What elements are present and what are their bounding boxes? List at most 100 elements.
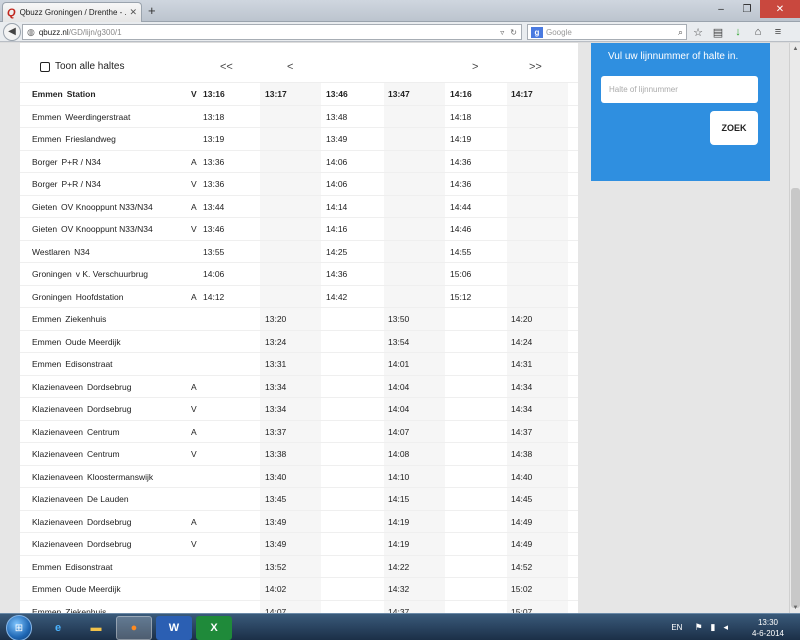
stop-name[interactable]: Klazienaveen Dordsebrug <box>32 398 131 420</box>
stop-name[interactable]: Klazienaveen Dordsebrug <box>32 511 131 533</box>
stop-name[interactable]: Klazienaveen Dordsebrug <box>32 376 131 398</box>
departure-time: 14:16 <box>326 224 348 234</box>
browser-nav-bar: ◀ ◍ qbuzz.nl/GD/lijn/g300/1 ▿ ↻ g Google… <box>0 22 800 42</box>
stop-name[interactable]: Emmen Weerdingerstraat <box>32 106 130 128</box>
browser-tab[interactable]: Q Qbuzz Groningen / Drenthe - ... ✕ <box>2 2 142 22</box>
departure-time: 13:52 <box>265 561 287 572</box>
stop-name[interactable]: Gieten OV Knooppunt N33/N34 <box>32 218 153 240</box>
internet-explorer-icon[interactable]: e <box>40 616 76 640</box>
stop-name[interactable]: Borger P+R / N34 <box>32 173 101 195</box>
departure-time: 14:02 <box>265 584 287 594</box>
stop-name[interactable]: Emmen Frieslandweg <box>32 128 116 150</box>
stop-name[interactable]: Emmen Edisonstraat <box>32 353 113 375</box>
volume-icon[interactable]: ◂ <box>723 622 728 633</box>
stop-name[interactable]: Klazienaveen Dordsebrug <box>32 533 131 555</box>
nav-prev-button[interactable]: < <box>287 61 293 73</box>
close-window-icon[interactable]: ✕ <box>760 0 800 18</box>
departure-time: 13:55 <box>203 246 225 257</box>
stop-name[interactable]: Emmen Oude Meerdijk <box>32 578 121 600</box>
google-icon[interactable]: g <box>531 26 543 38</box>
departure-time: 13:44 <box>203 201 225 212</box>
nav-next-button[interactable]: > <box>472 61 478 73</box>
language-indicator[interactable]: EN <box>671 623 682 632</box>
stop-name[interactable]: Emmen Station <box>32 83 96 105</box>
departure-time: 13:36 <box>203 156 225 167</box>
start-orb-icon[interactable]: ⊞ <box>6 615 32 640</box>
scroll-thumb[interactable] <box>791 188 800 608</box>
stop-label: Oude Meerdijk <box>65 336 121 347</box>
bookmark-star-icon[interactable]: ☆ <box>690 24 706 40</box>
timetable-row: Gieten OV Knooppunt N33/N34 A 13:44 14:14 14:… <box>20 196 578 218</box>
back-arrow-icon[interactable]: ◀ <box>3 22 21 41</box>
stop-name[interactable]: Emmen Edisonstraat <box>32 556 113 578</box>
browser-search-placeholder: Google <box>546 27 572 37</box>
stop-label: Kloostermanswijk <box>87 471 154 482</box>
file-explorer-icon[interactable]: ▬ <box>78 616 114 640</box>
departure-time: 13:54 <box>388 336 410 347</box>
stop-place: Klazienaveen <box>32 404 84 414</box>
firefox-icon[interactable]: ● <box>116 616 152 640</box>
departure-time: 13:16 <box>203 89 225 99</box>
stop-name[interactable]: Emmen Ziekenhuis <box>32 308 106 330</box>
address-bar[interactable]: ◍ qbuzz.nl/GD/lijn/g300/1 ▿ ↻ <box>22 24 522 40</box>
departure-time: 14:44 <box>450 201 472 212</box>
tab-close-icon[interactable]: ✕ <box>129 7 137 18</box>
browser-tab-bar: Q Qbuzz Groningen / Drenthe - ... ✕ + – … <box>0 0 800 22</box>
stop-or-line-input[interactable] <box>609 85 750 94</box>
stop-name[interactable]: Emmen Oude Meerdijk <box>32 331 121 353</box>
stop-place: Westlaren <box>32 246 71 257</box>
show-all-stops-checkbox[interactable] <box>40 61 50 72</box>
search-panel: Vul uw lijnnummer of halte in. ZOEK <box>591 43 770 181</box>
nav-last-button[interactable]: >> <box>529 61 542 73</box>
maximize-icon[interactable]: ❐ <box>734 0 760 18</box>
scroll-down-icon[interactable]: ▼ <box>790 602 800 613</box>
departure-time: 13:18 <box>203 111 225 122</box>
clipboard-icon[interactable]: ▤ <box>710 24 726 40</box>
stop-name[interactable]: Klazienaveen Centrum <box>32 443 120 465</box>
departure-time: 13:46 <box>326 89 348 99</box>
search-button[interactable]: ZOEK <box>710 111 758 145</box>
system-tray: EN ⚑ ▮ ◂ 13:30 4-6-2014 <box>671 614 800 640</box>
departure-time: 14:06 <box>326 179 348 189</box>
menu-icon[interactable]: ≡ <box>770 24 786 40</box>
nav-first-button[interactable]: << <box>220 61 233 73</box>
word-icon[interactable]: W <box>156 616 192 640</box>
show-all-stops-toggle[interactable]: Toon alle haltes <box>40 61 125 72</box>
stop-name[interactable]: Klazienaveen De Lauden <box>32 488 129 510</box>
stop-name[interactable]: Emmen Ziekenhuis <box>32 601 106 614</box>
departure-time: 14:07 <box>388 426 410 437</box>
minimize-icon[interactable]: – <box>708 0 734 18</box>
download-icon[interactable]: ↓ <box>730 24 746 40</box>
stop-name[interactable]: Groningen v K. Verschuurbrug <box>32 263 148 285</box>
departure-time: 14:07 <box>265 606 287 614</box>
timetable-row: Klazienaveen Dordsebrug V 13:34 14:04 14:34 <box>20 398 578 421</box>
stop-name[interactable]: Borger P+R / N34 <box>32 151 101 173</box>
home-icon[interactable]: ⌂ <box>750 24 766 40</box>
clock[interactable]: 13:30 4-6-2014 <box>736 617 800 639</box>
reload-icon[interactable]: ↻ <box>510 28 517 37</box>
stop-place: Klazienaveen <box>32 426 84 437</box>
stop-or-line-input-wrapper[interactable] <box>601 76 758 103</box>
network-icon[interactable]: ▮ <box>711 622 716 633</box>
stop-place: Borger <box>32 156 58 167</box>
page-scrollbar[interactable]: ▲ ▼ <box>789 43 800 613</box>
stop-name[interactable]: Klazienaveen Kloostermanswijk <box>32 466 153 488</box>
browser-search-box[interactable]: g Google ⌕ <box>527 24 687 40</box>
departure-time: 14:01 <box>388 359 410 369</box>
stop-place: Emmen <box>32 134 62 144</box>
stop-place: Klazienaveen <box>32 494 84 504</box>
departure-time: 13:50 <box>388 314 410 324</box>
flag-icon[interactable]: ⚑ <box>694 622 702 633</box>
url-dropdown-icon[interactable]: ▿ <box>500 28 504 37</box>
new-tab-button[interactable]: + <box>148 3 156 18</box>
stop-name[interactable]: Gieten OV Knooppunt N33/N34 <box>32 196 153 218</box>
excel-icon[interactable]: X <box>196 616 232 640</box>
scroll-up-icon[interactable]: ▲ <box>790 43 800 54</box>
stop-place: Borger <box>32 179 58 189</box>
stop-name[interactable]: Klazienaveen Centrum <box>32 421 120 443</box>
timetable-row: Emmen Edisonstraat 13:52 14:22 14:52 <box>20 556 578 578</box>
search-icon[interactable]: ⌕ <box>678 27 683 38</box>
stop-name[interactable]: Groningen Hoofdstation <box>32 286 123 308</box>
stop-name[interactable]: Westlaren N34 <box>32 241 90 263</box>
toolbar-icons: ☆ ▤ ↓ ⌂ ≡ <box>690 24 786 40</box>
